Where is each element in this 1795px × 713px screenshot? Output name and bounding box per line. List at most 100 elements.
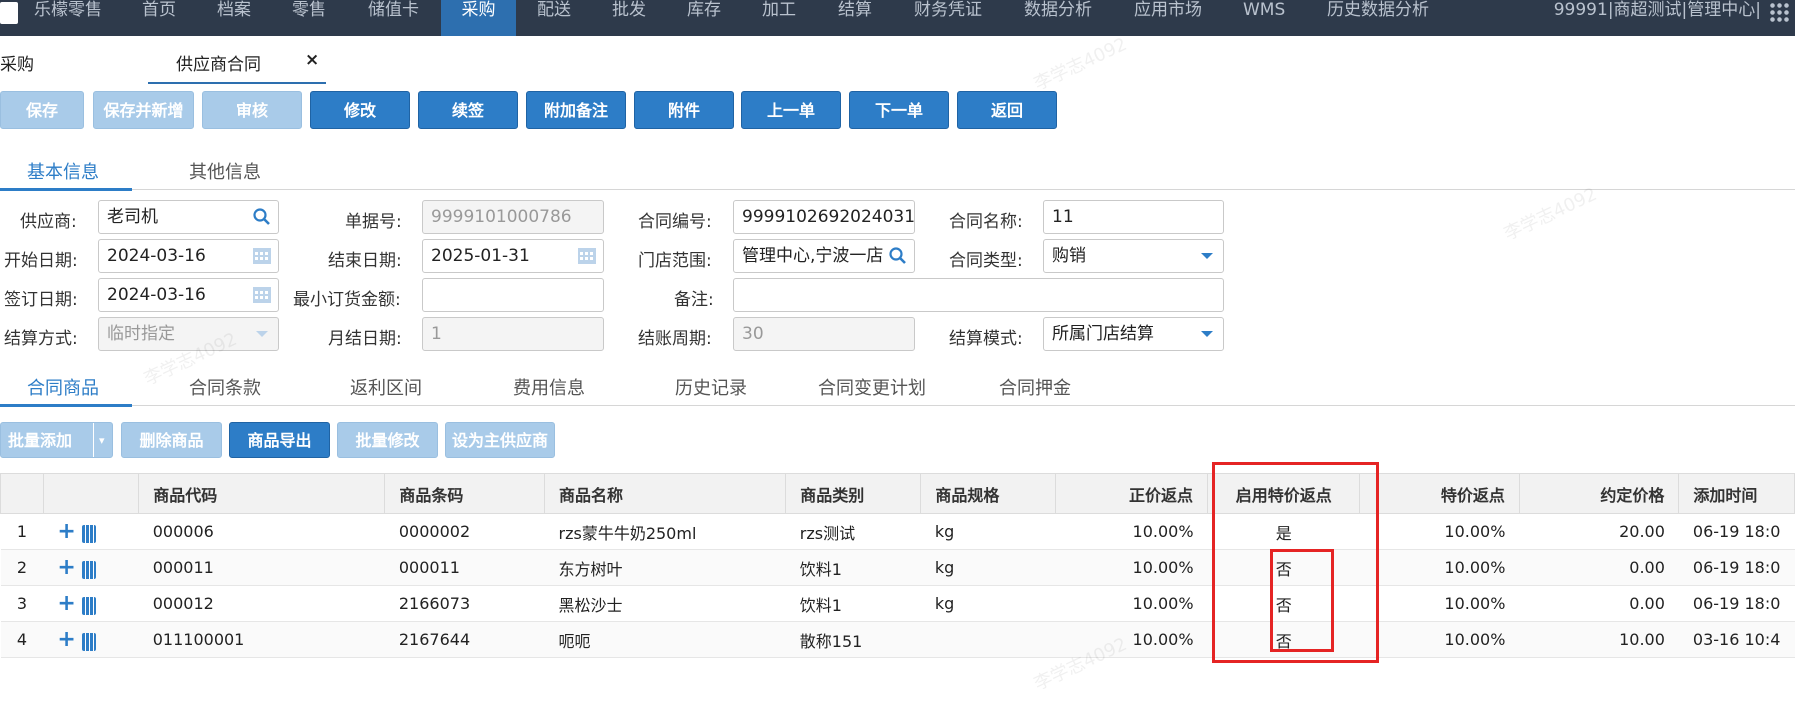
detail-tabs: 合同商品 合同条款 返利区间 费用信息 历史记录 合同变更计划 合同押金: [0, 366, 1795, 407]
remark-field[interactable]: [733, 278, 1224, 312]
nav-item-purchase[interactable]: 采购: [441, 0, 516, 36]
month-end-label: 月结日期:: [328, 329, 402, 349]
start-date-field[interactable]: 2024-03-16: [98, 239, 279, 273]
end-date-field[interactable]: 2025-01-31: [422, 239, 604, 273]
user-info[interactable]: 99991|商超测试|管理中心|: [1554, 0, 1761, 20]
table-row[interactable]: 1 + 000006 0000002 rzs蒙牛牛奶250ml rzs测试 kg…: [0, 513, 1795, 550]
col-spec[interactable]: 商品规格: [920, 473, 1057, 514]
trash-icon[interactable]: [81, 524, 96, 543]
nav-item-archive[interactable]: 档案: [217, 0, 251, 36]
col-category[interactable]: 商品类别: [785, 473, 922, 514]
set-main-supplier-button[interactable]: 设为主供应商: [445, 422, 555, 458]
back-button[interactable]: 返回: [957, 91, 1057, 129]
nav-item-retail[interactable]: 零售: [292, 0, 326, 36]
nav-item-app-market[interactable]: 应用市场: [1134, 0, 1202, 36]
edit-button[interactable]: 修改: [310, 91, 410, 129]
nav-item-wms[interactable]: WMS: [1243, 0, 1285, 36]
batch-add-button[interactable]: 批量添加 ▾: [0, 422, 113, 458]
nav-item-processing[interactable]: 加工: [762, 0, 796, 36]
add-row-icon[interactable]: +: [57, 519, 75, 544]
tab-basic-info[interactable]: 基本信息: [27, 158, 99, 184]
tab-contract-terms[interactable]: 合同条款: [189, 374, 261, 400]
cell-agreed-price: 0.00: [1519, 549, 1679, 586]
contractno-field[interactable]: 99991026920240316: [733, 200, 915, 234]
trash-icon[interactable]: [81, 596, 96, 615]
nav-item-inventory[interactable]: 库存: [687, 0, 721, 36]
add-row-icon[interactable]: +: [57, 591, 75, 616]
next-doc-button[interactable]: 下一单: [849, 91, 949, 129]
approve-button[interactable]: 审核: [202, 91, 302, 129]
contractname-field[interactable]: 11: [1043, 200, 1224, 234]
supplier-label: 供应商:: [20, 212, 77, 232]
col-code[interactable]: 商品代码: [138, 473, 386, 514]
tab-history[interactable]: 历史记录: [675, 374, 747, 400]
table-header-row: 商品代码 商品条码 商品名称 商品类别 商品规格 正价返点 启用特价返点 特价返…: [0, 473, 1795, 514]
col-special-rebate[interactable]: 特价返点: [1359, 473, 1520, 514]
chevron-down-icon: [1201, 331, 1213, 337]
nav-item-finance[interactable]: 财务凭证: [914, 0, 982, 36]
renew-button[interactable]: 续签: [418, 91, 518, 129]
tab-purchase[interactable]: 采购: [0, 50, 34, 75]
calendar-icon[interactable]: [252, 285, 272, 305]
save-and-new-button[interactable]: 保存并新增: [93, 91, 194, 129]
cell-normal-rebate: 10.00%: [1055, 621, 1208, 658]
prev-doc-button[interactable]: 上一单: [741, 91, 841, 129]
sign-date-field[interactable]: 2024-03-16: [98, 278, 279, 312]
trash-icon[interactable]: [81, 632, 96, 651]
add-row-icon[interactable]: +: [57, 555, 75, 580]
nav-item-settlement[interactable]: 结算: [838, 0, 872, 36]
min-order-label: 最小订货金额:: [293, 290, 401, 310]
nav-item-distribution[interactable]: 配送: [537, 0, 571, 36]
settle-mode-select[interactable]: 所属门店结算: [1043, 317, 1224, 351]
search-icon[interactable]: [252, 207, 272, 227]
contract-type-value: 购销: [1052, 246, 1086, 266]
nav-item-stored-value[interactable]: 储值卡: [368, 0, 419, 36]
contract-type-select[interactable]: 购销: [1043, 239, 1224, 273]
save-button[interactable]: 保存: [0, 91, 84, 129]
col-normal-rebate[interactable]: 正价返点: [1055, 473, 1209, 514]
nav-item-history[interactable]: 历史数据分析: [1327, 0, 1429, 36]
cell-special-rebate: 10.00%: [1359, 585, 1520, 622]
trash-icon[interactable]: [81, 560, 96, 579]
tab-contract-goods[interactable]: 合同商品: [27, 374, 99, 400]
tab-other-info[interactable]: 其他信息: [189, 158, 261, 184]
nav-item-home[interactable]: 首页: [142, 0, 176, 36]
contractname-label: 合同名称:: [949, 212, 1023, 232]
active-tab-indicator: [0, 404, 132, 407]
batch-edit-button[interactable]: 批量修改: [337, 422, 438, 458]
delete-goods-button[interactable]: 删除商品: [121, 422, 222, 458]
contract-type-label: 合同类型:: [949, 251, 1023, 271]
add-remark-button[interactable]: 附加备注: [526, 91, 626, 129]
min-order-field[interactable]: [422, 278, 604, 312]
calendar-icon[interactable]: [252, 246, 272, 266]
cell-special-rebate: 10.00%: [1359, 621, 1520, 658]
table-row[interactable]: 2 + 000011 000011 东方树叶 饮料1 kg 10.00% 否 1…: [0, 549, 1795, 586]
menu-icon[interactable]: [0, 2, 18, 24]
apps-grid-icon[interactable]: [1769, 2, 1791, 22]
col-barcode[interactable]: 商品条码: [384, 473, 545, 514]
nav-item-brand[interactable]: 乐檬零售: [34, 0, 102, 36]
col-name[interactable]: 商品名称: [543, 473, 787, 514]
caret-down-icon[interactable]: ▾: [99, 423, 105, 459]
tab-change-plan[interactable]: 合同变更计划: [818, 374, 926, 400]
table-row[interactable]: 4 + 011100001 2167644 呃呃 散称151 10.00% 否 …: [0, 621, 1795, 658]
tab-fee-info[interactable]: 费用信息: [513, 374, 585, 400]
col-agreed-price[interactable]: 约定价格: [1518, 473, 1680, 514]
tab-supplier-contract[interactable]: 供应商合同 ×: [148, 36, 326, 84]
store-scope-field[interactable]: 管理中心,宁波一店: [733, 239, 915, 273]
add-row-icon[interactable]: +: [57, 627, 75, 652]
supplier-field[interactable]: 老司机: [98, 200, 279, 234]
search-icon[interactable]: [888, 246, 908, 266]
col-add-time[interactable]: 添加时间: [1678, 473, 1795, 514]
tab-deposit[interactable]: 合同押金: [999, 374, 1071, 400]
nav-item-wholesale[interactable]: 批发: [612, 0, 646, 36]
attachment-button[interactable]: 附件: [634, 91, 734, 129]
row-actions: +: [43, 621, 139, 658]
nav-item-analysis[interactable]: 数据分析: [1024, 0, 1092, 36]
close-icon[interactable]: ×: [305, 50, 319, 70]
cell-agreed-price: 0.00: [1519, 585, 1679, 622]
tab-rebate-range[interactable]: 返利区间: [350, 374, 422, 400]
calendar-icon[interactable]: [577, 246, 597, 266]
table-row[interactable]: 3 + 000012 2166073 黑松沙士 饮料1 kg 10.00% 否 …: [0, 585, 1795, 622]
export-goods-button[interactable]: 商品导出: [229, 422, 330, 458]
